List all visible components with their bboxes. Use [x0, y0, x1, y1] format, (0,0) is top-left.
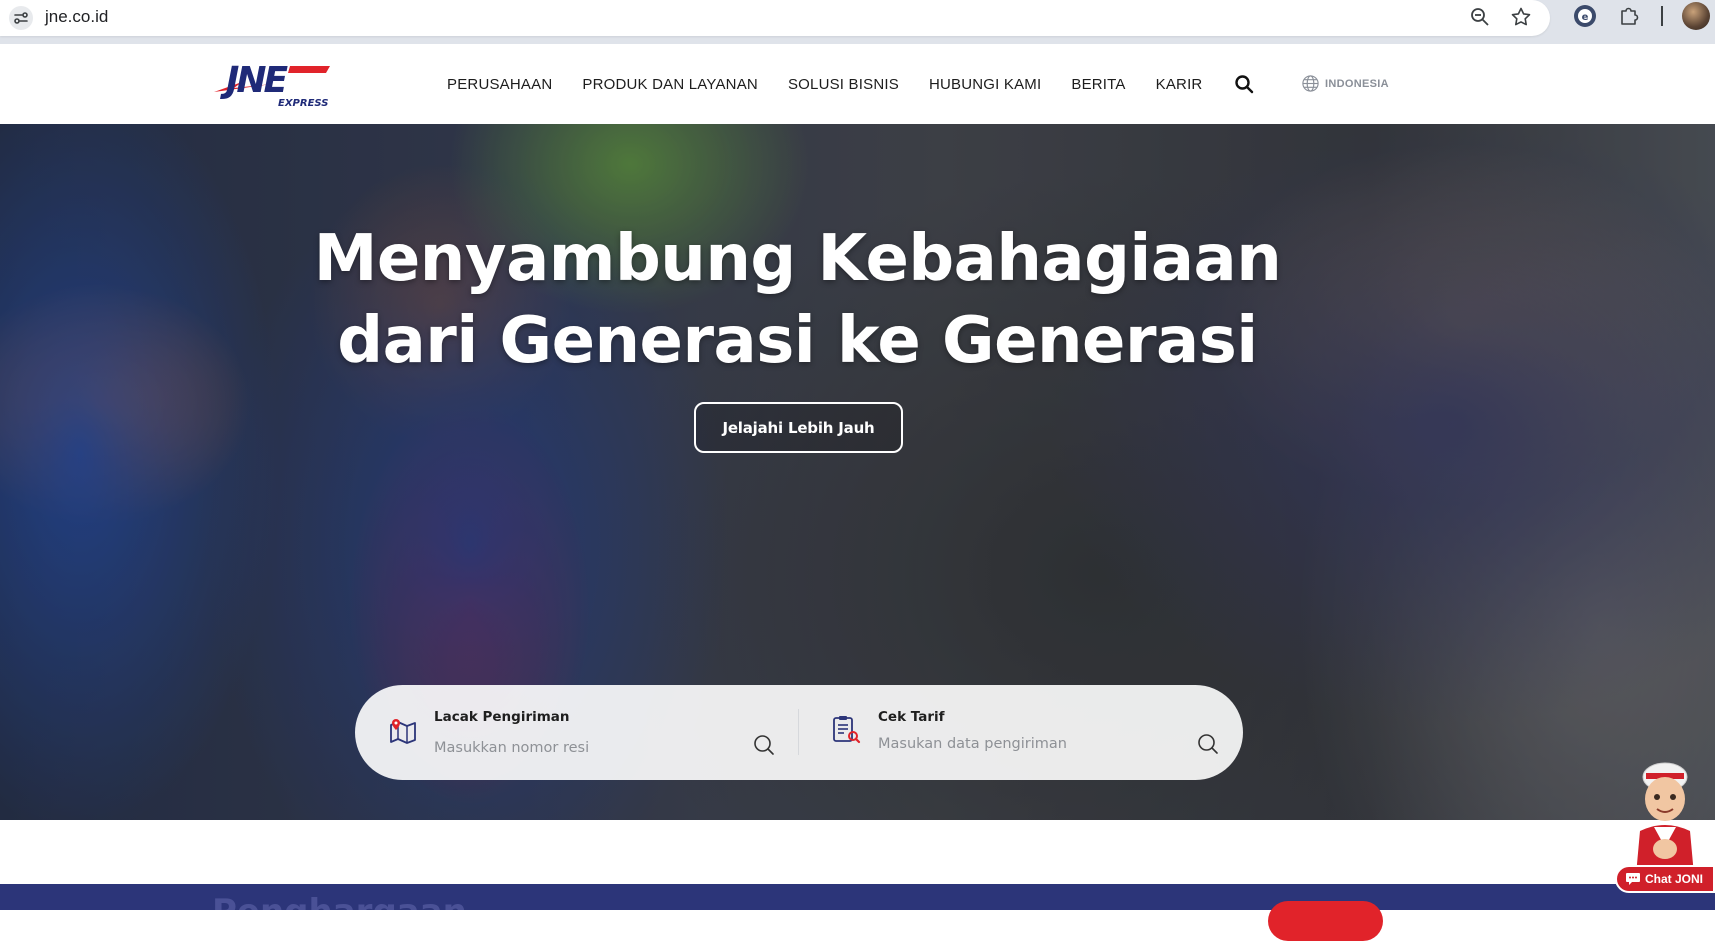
section-red-button[interactable]	[1268, 901, 1383, 941]
tariff-search-icon[interactable]	[1196, 732, 1220, 756]
svg-text:e: e	[1582, 12, 1589, 23]
tracking-number-input[interactable]	[434, 737, 734, 759]
profile-avatar[interactable]	[1682, 2, 1710, 30]
zoom-icon[interactable]	[1468, 5, 1492, 29]
track-shipment-label: Lacak Pengiriman	[434, 709, 570, 725]
check-tariff-tool: Cek Tarif	[799, 685, 1243, 780]
nav-produk-dan-layanan[interactable]: PRODUK DAN LAYANAN	[582, 76, 758, 93]
hero-title: Menyambung Kebahagiaan dari Generasi ke …	[0, 218, 1595, 382]
section-spacer	[0, 820, 1715, 884]
logo-subtext: EXPRESS	[278, 98, 328, 109]
language-label: INDONESIA	[1325, 77, 1389, 90]
globe-icon	[1302, 75, 1319, 92]
extension-shield-icon[interactable]: e	[1572, 3, 1598, 29]
chat-joni-button[interactable]: Chat JONI	[1615, 865, 1715, 893]
chat-bubble-icon	[1626, 873, 1640, 885]
shipping-tools-bar: Lacak Pengiriman Cek Tarif	[355, 685, 1243, 780]
map-pin-icon	[390, 719, 416, 744]
site-settings-icon[interactable]	[9, 6, 33, 30]
awards-section: Penghargaan	[0, 884, 1715, 910]
hero-title-line1: Menyambung Kebahagiaan	[313, 222, 1282, 296]
address-bar[interactable]: jne.co.id	[0, 0, 1550, 36]
nav-karir[interactable]: KARIR	[1156, 76, 1203, 93]
bookmark-star-icon[interactable]	[1509, 5, 1533, 29]
track-search-icon[interactable]	[752, 733, 776, 757]
explore-button[interactable]: Jelajahi Lebih Jauh	[694, 402, 903, 453]
check-tariff-label: Cek Tarif	[878, 709, 945, 725]
main-nav: PERUSAHAAN PRODUK DAN LAYANAN SOLUSI BIS…	[447, 44, 1254, 124]
chat-joni-label: Chat JONI	[1645, 872, 1704, 886]
nav-hubungi-kami[interactable]: HUBUNGI KAMI	[929, 76, 1041, 93]
language-selector[interactable]: INDONESIA	[1301, 74, 1389, 93]
site-header: JNE EXPRESS PERUSAHAAN PRODUK DAN LAYANA…	[0, 44, 1715, 124]
nav-berita[interactable]: BERITA	[1071, 76, 1125, 93]
url-text[interactable]: jne.co.id	[45, 7, 108, 27]
clipboard-search-icon	[833, 716, 861, 744]
nav-perusahaan[interactable]: PERUSAHAAN	[447, 76, 552, 93]
joni-mascot-icon	[1636, 762, 1694, 875]
browser-toolbar: jne.co.id e	[0, 0, 1715, 44]
shipping-data-input[interactable]	[878, 733, 1178, 755]
nav-solusi-bisnis[interactable]: SOLUSI BISNIS	[788, 76, 899, 93]
hero-banner: Menyambung Kebahagiaan dari Generasi ke …	[0, 124, 1715, 820]
chat-joni-widget[interactable]: Chat JONI	[1612, 757, 1715, 897]
jne-logo[interactable]: JNE EXPRESS	[212, 58, 332, 110]
toolbar-divider	[1661, 6, 1663, 26]
extensions-puzzle-icon[interactable]	[1616, 3, 1642, 29]
awards-heading: Penghargaan	[212, 892, 467, 910]
logo-wordmark: JNE	[220, 60, 289, 101]
search-icon[interactable]	[1234, 74, 1254, 94]
hero-title-line2: dari Generasi ke Generasi	[337, 304, 1258, 378]
track-shipment-tool: Lacak Pengiriman	[355, 685, 799, 780]
